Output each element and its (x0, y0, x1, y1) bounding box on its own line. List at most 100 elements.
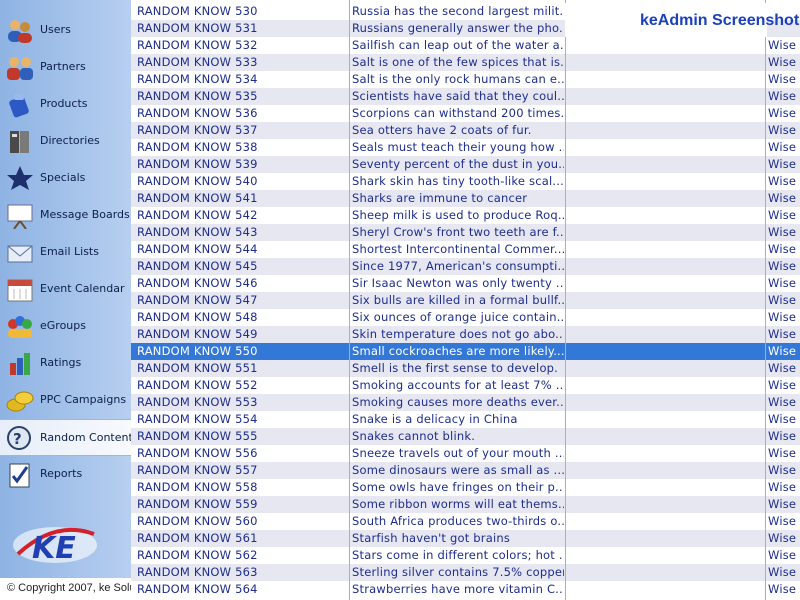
row-content-cell: Sheep milk is used to produce Roq... (352, 208, 564, 222)
row-name-cell: RANDOM KNOW 556 (137, 446, 258, 460)
table-row[interactable]: RANDOM KNOW 535 Scientists have said that… (131, 88, 800, 105)
table-row[interactable]: RANDOM KNOW 533 Salt is one of the few sp… (131, 54, 800, 71)
row-content-cell: Scorpions can withstand 200 times... (352, 106, 564, 120)
table-row[interactable]: RANDOM KNOW 556 Sneeze travels out of you… (131, 445, 800, 462)
row-content-cell: Six ounces of orange juice contain... (352, 310, 564, 324)
table-row[interactable]: RANDOM KNOW 562 Stars come in different c… (131, 547, 800, 564)
row-type-cell: Wise (768, 157, 797, 171)
row-content-cell: Sharks are immune to cancer (352, 191, 528, 205)
row-content-cell: Russia has the second largest milit... (352, 4, 564, 18)
table-row[interactable]: RANDOM KNOW 564 Strawberries have more vi… (131, 581, 800, 598)
row-content-cell: Smoking causes more deaths ever... (352, 395, 564, 409)
sidebar-item-reports[interactable]: Reports (0, 456, 131, 493)
row-name-cell: RANDOM KNOW 557 (137, 463, 258, 477)
table-row[interactable]: RANDOM KNOW 552 Smoking accounts for at l… (131, 377, 800, 394)
table-row[interactable]: RANDOM KNOW 538 Seals must teach their yo… (131, 139, 800, 156)
row-name-cell: RANDOM KNOW 555 (137, 429, 258, 443)
sidebar-item-label: Message Boards (40, 208, 130, 221)
column-divider (565, 0, 566, 600)
row-name-cell: RANDOM KNOW 561 (137, 531, 258, 545)
row-name-cell: RANDOM KNOW 542 (137, 208, 258, 222)
sidebar-item-label: Directories (40, 134, 100, 147)
row-name-cell: RANDOM KNOW 546 (137, 276, 258, 290)
table-row[interactable]: RANDOM KNOW 537 Sea otters have 2 coats o… (131, 122, 800, 139)
table-row[interactable]: RANDOM KNOW 540 Shark skin has tiny tooth… (131, 173, 800, 190)
table-row[interactable]: RANDOM KNOW 534 Salt is the only rock hum… (131, 71, 800, 88)
sidebar-item-partners[interactable]: Partners (0, 49, 131, 86)
table-row[interactable]: RANDOM KNOW 543 Sheryl Crow's front two t… (131, 224, 800, 241)
row-name-cell: RANDOM KNOW 545 (137, 259, 258, 273)
row-type-cell: Wise (768, 293, 797, 307)
table-row[interactable]: RANDOM KNOW 561 Starfish haven't got brai… (131, 530, 800, 547)
partners-icon (5, 53, 35, 81)
sidebar-item-label: PPC Campaigns (40, 393, 127, 406)
row-name-cell: RANDOM KNOW 532 (137, 38, 258, 52)
users-icon (5, 16, 35, 44)
groups-icon (5, 312, 35, 340)
sidebar-item-random-content[interactable]: ? Random Content (0, 419, 133, 456)
table-row[interactable]: RANDOM KNOW 542 Sheep milk is used to pro… (131, 207, 800, 224)
sidebar-item-ppc-campaigns[interactable]: PPC Campaigns (0, 382, 131, 419)
column-divider (765, 0, 766, 600)
row-type-cell: Wise (768, 531, 797, 545)
table-row[interactable]: RANDOM KNOW 554 Snake is a delicacy in Ch… (131, 411, 800, 428)
row-type-cell: Wise (768, 208, 797, 222)
sidebar-item-label: eGroups (40, 319, 86, 332)
table-row[interactable]: RANDOM KNOW 544 Shortest Intercontinental… (131, 241, 800, 258)
table-row[interactable]: RANDOM KNOW 549 Skin temperature does not… (131, 326, 800, 343)
row-content-cell: Salt is one of the few spices that is... (352, 55, 564, 69)
table-row[interactable]: RANDOM KNOW 548 Six ounces of orange juic… (131, 309, 800, 326)
row-content-cell: Skin temperature does not go abo... (352, 327, 564, 341)
table-row[interactable]: RANDOM KNOW 532 Sailfish can leap out of … (131, 37, 800, 54)
row-content-cell: Sea otters have 2 coats of fur. (352, 123, 532, 137)
sidebar-item-directories[interactable]: Directories (0, 123, 131, 160)
row-content-cell: Salt is the only rock humans can e... (352, 72, 564, 86)
svg-text:?: ? (13, 430, 22, 448)
row-type-cell: Wise (768, 327, 797, 341)
row-name-cell: RANDOM KNOW 540 (137, 174, 258, 188)
row-name-cell: RANDOM KNOW 541 (137, 191, 258, 205)
table-row[interactable]: RANDOM KNOW 550 Small cockroaches are mor… (131, 343, 800, 360)
table-row[interactable]: RANDOM KNOW 557 Some dinosaurs were as sm… (131, 462, 800, 479)
calendar-icon (5, 275, 35, 303)
sidebar-item-users[interactable]: Users (0, 12, 131, 49)
sidebar-item-ratings[interactable]: Ratings (0, 345, 131, 382)
svg-text:KE: KE (32, 531, 76, 566)
row-name-cell: RANDOM KNOW 549 (137, 327, 258, 341)
table-row[interactable]: RANDOM KNOW 558 Some owls have fringes on… (131, 479, 800, 496)
row-content-cell: Sir Isaac Newton was only twenty ... (352, 276, 564, 290)
row-name-cell: RANDOM KNOW 539 (137, 157, 258, 171)
random-content-table: RANDOM KNOW 530 Russia has the second lar… (131, 0, 800, 600)
row-type-cell: Wise (768, 89, 797, 103)
table-row[interactable]: RANDOM KNOW 545 Since 1977, American's co… (131, 258, 800, 275)
row-name-cell: RANDOM KNOW 543 (137, 225, 258, 239)
table-row[interactable]: RANDOM KNOW 536 Scorpions can withstand 2… (131, 105, 800, 122)
table-row[interactable]: RANDOM KNOW 553 Smoking causes more death… (131, 394, 800, 411)
sidebar-item-products[interactable]: Products (0, 86, 131, 123)
table-row[interactable]: RANDOM KNOW 546 Sir Isaac Newton was only… (131, 275, 800, 292)
sidebar-item-label: Ratings (40, 356, 82, 369)
table-row[interactable]: RANDOM KNOW 555 Snakes cannot blink. Wise (131, 428, 800, 445)
sidebar-item-egroups[interactable]: eGroups (0, 308, 131, 345)
row-type-cell: Wise (768, 259, 797, 273)
directories-icon (5, 127, 35, 155)
row-content-cell: Sterling silver contains 7.5% copper (352, 565, 564, 579)
sidebar-item-event-calendar[interactable]: Event Calendar (0, 271, 131, 308)
row-name-cell: RANDOM KNOW 548 (137, 310, 258, 324)
table-row[interactable]: RANDOM KNOW 559 Some ribbon worms will ea… (131, 496, 800, 513)
table-row[interactable]: RANDOM KNOW 560 South Africa produces two… (131, 513, 800, 530)
sidebar-item-specials[interactable]: Specials (0, 160, 131, 197)
row-content-cell: Snake is a delicacy in China (352, 412, 518, 426)
sidebar-item-message-boards[interactable]: Message Boards (0, 197, 131, 234)
sidebar-item-label: Random Content (40, 431, 133, 444)
row-name-cell: RANDOM KNOW 537 (137, 123, 258, 137)
table-row[interactable]: RANDOM KNOW 541 Sharks are immune to canc… (131, 190, 800, 207)
table-row[interactable]: RANDOM KNOW 539 Seventy percent of the du… (131, 156, 800, 173)
row-type-cell: Wise (768, 480, 797, 494)
sidebar-item-email-lists[interactable]: Email Lists (0, 234, 131, 271)
table-row[interactable]: RANDOM KNOW 547 Six bulls are killed in a… (131, 292, 800, 309)
table-row[interactable]: RANDOM KNOW 563 Sterling silver contains … (131, 564, 800, 581)
row-type-cell: Wise (768, 55, 797, 69)
row-type-cell: Wise (768, 565, 797, 579)
table-row[interactable]: RANDOM KNOW 551 Smell is the first sense … (131, 360, 800, 377)
